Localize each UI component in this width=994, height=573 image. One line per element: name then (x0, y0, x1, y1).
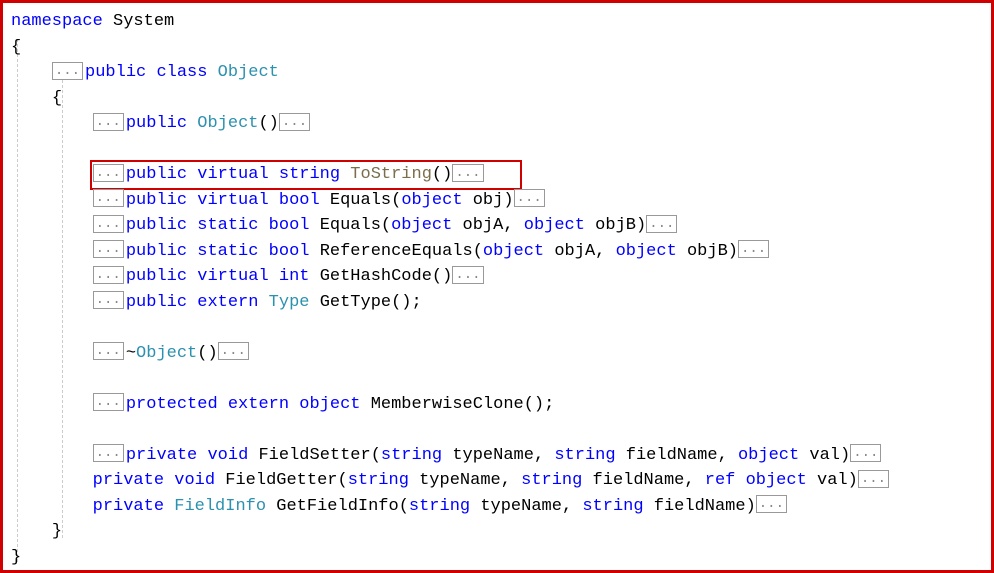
line-getfieldinfo: private FieldInfo GetFieldInfo(string ty… (11, 494, 983, 520)
blank-2 (11, 315, 983, 341)
code-viewport: namespace System { ...public class Objec… (0, 0, 994, 573)
line-gettype: ...public extern Type GetType(); (11, 290, 983, 316)
collapse-icon[interactable]: ... (52, 62, 83, 80)
line-namespace: namespace System (11, 9, 983, 35)
line-class: ...public class Object (11, 60, 983, 86)
line-equals2: ...public static bool Equals(object objA… (11, 213, 983, 239)
brace-close-class: } (11, 519, 983, 545)
collapse-icon[interactable]: ... (850, 444, 881, 462)
collapse-icon[interactable]: ... (93, 240, 124, 258)
brace-open-ns: { (11, 35, 983, 61)
line-equals1: ...public virtual bool Equals(object obj… (11, 188, 983, 214)
line-fieldgetter: private void FieldGetter(string typeName… (11, 468, 983, 494)
line-memberwise: ...protected extern object MemberwiseClo… (11, 392, 983, 418)
collapse-icon[interactable]: ... (93, 164, 124, 182)
kw-namespace: namespace (11, 12, 103, 31)
line-tostring: ...public virtual string ToString()... (11, 162, 983, 188)
collapse-icon[interactable]: ... (93, 291, 124, 309)
blank-4 (11, 417, 983, 443)
ns-name: System (113, 12, 174, 31)
collapse-icon[interactable]: ... (452, 266, 483, 284)
collapse-icon[interactable]: ... (93, 393, 124, 411)
collapse-icon[interactable]: ... (858, 470, 889, 488)
line-gethash: ...public virtual int GetHashCode()... (11, 264, 983, 290)
collapse-icon[interactable]: ... (93, 266, 124, 284)
collapse-icon[interactable]: ... (93, 189, 124, 207)
collapse-icon[interactable]: ... (514, 189, 545, 207)
blank-1 (11, 137, 983, 163)
collapse-icon[interactable]: ... (218, 342, 249, 360)
collapse-icon[interactable]: ... (93, 444, 124, 462)
line-fieldsetter: ...private void FieldSetter(string typeN… (11, 443, 983, 469)
class-name: Object (218, 63, 279, 82)
collapse-icon[interactable]: ... (93, 342, 124, 360)
collapse-icon[interactable]: ... (93, 113, 124, 131)
collapse-icon[interactable]: ... (738, 240, 769, 258)
collapse-icon[interactable]: ... (646, 215, 677, 233)
collapse-icon[interactable]: ... (756, 495, 787, 513)
kw-class-mods: public class (85, 63, 207, 82)
collapse-icon[interactable]: ... (279, 113, 310, 131)
collapse-icon[interactable]: ... (452, 164, 483, 182)
line-dtor: ...~Object()... (11, 341, 983, 367)
line-ctor: ...public Object()... (11, 111, 983, 137)
brace-open-class: { (11, 86, 983, 112)
line-refeq: ...public static bool ReferenceEquals(ob… (11, 239, 983, 265)
blank-3 (11, 366, 983, 392)
brace-close-ns: } (11, 545, 983, 571)
collapse-icon[interactable]: ... (93, 215, 124, 233)
